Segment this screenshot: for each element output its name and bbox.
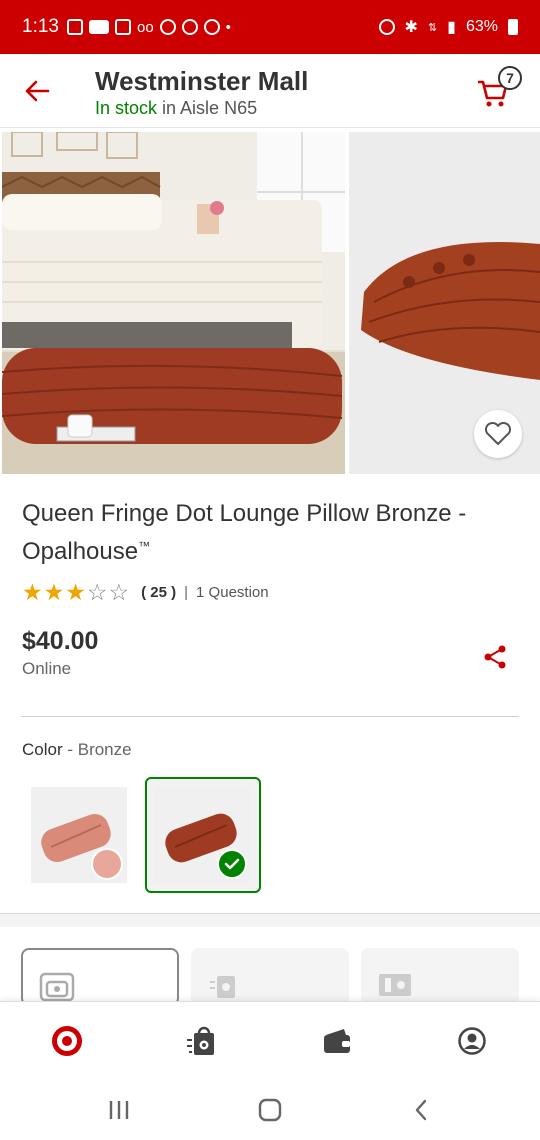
product-image-gallery[interactable] (0, 130, 540, 474)
fulfillment-option-pickup[interactable] (21, 948, 179, 1006)
voicemail-icon: oo (136, 18, 154, 36)
favorite-button[interactable] (474, 410, 522, 458)
header: Westminster Mall In stock in Aisle N65 7 (0, 54, 540, 128)
back-button[interactable] (20, 74, 54, 108)
star-full-icon: ★ (43, 579, 65, 605)
questions-link[interactable]: 1 Question (196, 584, 269, 601)
review-count[interactable]: ( 25 ) (141, 584, 176, 601)
star-rating[interactable]: ★ ★ ★ ☆ ☆ (22, 580, 129, 604)
price-channel: Online (22, 659, 72, 678)
star-empty-icon: ☆ (108, 579, 130, 605)
status-bar: 1:13 oo • ✱ ⇅ ▮ 63% (0, 0, 540, 54)
notification-icons: oo • (66, 18, 231, 36)
battery-text: 63% (465, 18, 498, 35)
dot-icon: • (225, 18, 231, 36)
shopping-bag-icon (187, 1026, 214, 1055)
signal-icon: ▮ (447, 19, 456, 36)
nav-account[interactable] (455, 1024, 489, 1058)
color-swatch-blush[interactable] (31, 787, 127, 883)
product-image-lifestyle[interactable] (2, 132, 345, 474)
nav-home[interactable] (50, 1024, 84, 1058)
product-title-text: Queen Fringe Dot Lounge Pillow Bronze - … (22, 500, 467, 565)
pickup-store-icon (39, 972, 75, 1002)
rating-row: ★ ★ ★ ☆ ☆ ( 25 ) | 1 Question (22, 580, 269, 604)
share-icon (484, 645, 506, 669)
share-button[interactable] (482, 644, 508, 670)
rating-separator: | (184, 583, 189, 601)
bluetooth-icon: ✱ (404, 19, 418, 36)
account-icon (458, 1027, 486, 1055)
recents-button[interactable] (104, 1095, 134, 1125)
divider (21, 716, 519, 717)
home-button[interactable] (255, 1095, 285, 1125)
color-selector-label: Color - Bronze (22, 740, 132, 760)
tag-icon (181, 19, 198, 35)
selected-check-icon (217, 849, 247, 879)
shipping-box-icon (379, 974, 411, 996)
back-icon (415, 1099, 427, 1121)
star-full-icon: ★ (22, 579, 43, 605)
color-label-text: Color (22, 740, 63, 759)
back-nav-button[interactable] (406, 1095, 436, 1125)
store-name[interactable]: Westminster Mall (95, 66, 308, 97)
target-home-icon (52, 1026, 82, 1056)
fulfillment-option-shipping[interactable] (361, 948, 519, 1006)
home-icon (258, 1098, 282, 1122)
section-separator (0, 913, 540, 927)
wallet-icon (324, 1029, 350, 1053)
star-empty-icon: ☆ (86, 579, 108, 605)
nav-stores[interactable] (184, 1024, 218, 1058)
data-icon: ⇅ (427, 21, 438, 34)
news-icon (114, 19, 131, 35)
trademark-symbol: ™ (138, 539, 151, 553)
product-title: Queen Fringe Dot Lounge Pillow Bronze - … (22, 498, 522, 568)
status-time: 1:13 (22, 16, 59, 37)
bedroom-scene-image (2, 132, 345, 474)
target-icon (203, 19, 220, 35)
nav-wallet[interactable] (320, 1024, 354, 1058)
battery-icon (508, 19, 518, 35)
bottom-navigation (0, 1001, 540, 1077)
star-full-icon: ★ (65, 579, 86, 605)
ring-icon (88, 20, 109, 34)
heart-icon (484, 421, 512, 445)
recents-icon (109, 1101, 129, 1119)
aisle-location: in Aisle N65 (157, 98, 258, 118)
color-value: - Bronze (62, 740, 132, 759)
stock-status: In stock in Aisle N65 (95, 98, 257, 119)
price: $40.00 (22, 627, 99, 655)
color-swatch-bronze[interactable] (145, 777, 261, 893)
cart-button[interactable]: 7 (476, 66, 522, 112)
cart-count-badge: 7 (498, 66, 522, 90)
tag-icon (159, 19, 176, 35)
back-arrow-icon (25, 80, 50, 102)
system-icons: ✱ ⇅ ▮ 63% (378, 17, 518, 37)
system-navigation-bar (0, 1077, 540, 1140)
blush-pillow-image (31, 787, 127, 883)
in-stock-label: In stock (95, 98, 158, 118)
fulfillment-option-same-day[interactable] (191, 948, 349, 1006)
instagram-icon (66, 19, 83, 35)
alarm-icon (378, 19, 395, 35)
shopping-bag-icon (210, 976, 235, 998)
